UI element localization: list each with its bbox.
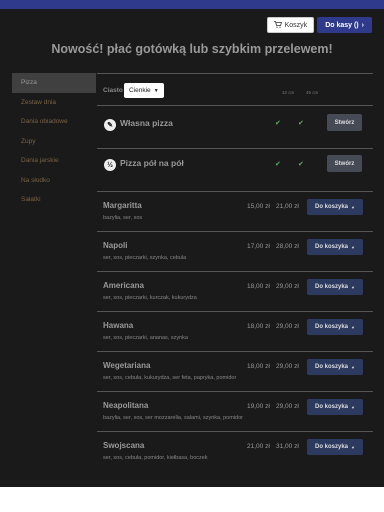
- promo-headline: Nowość! płać gotówką lub szybkim przelew…: [51, 42, 333, 56]
- price-32: 18,00 zł: [247, 283, 270, 290]
- sidebar-item-salatki[interactable]: Sałatki: [12, 190, 96, 210]
- cart-icon: [273, 20, 282, 30]
- add-to-cart-label: Do koszyka: [315, 204, 349, 210]
- caret-down-icon: ▼: [351, 404, 355, 410]
- price-32: 18,00 zł: [247, 323, 270, 330]
- add-to-cart-label: Do koszyka: [315, 364, 349, 370]
- half-half-pizza-row: ½ Pizza pół na pół ✔ ✔ Stwórz: [97, 149, 373, 192]
- pizza-name: Wegetariana: [103, 361, 151, 370]
- checkout-label: Do kasy (): [325, 21, 359, 29]
- price-45: 29,00 zł: [276, 363, 299, 370]
- pizza-ingredients: bazylia, ser, sos, ser mozzarella, salam…: [103, 415, 243, 421]
- pizza-ingredients: ser, sos, pieczarki, ananas, szynka: [103, 335, 188, 341]
- add-to-cart-button[interactable]: Do koszyka ▼: [307, 199, 363, 215]
- category-sidebar: Pizza Zestaw dnia Dania obiadowe Zupy Da…: [12, 73, 96, 210]
- add-to-cart-button[interactable]: Do koszyka ▼: [307, 439, 363, 455]
- caret-down-icon: ▼: [351, 284, 355, 290]
- price-45: 29,00 zł: [276, 403, 299, 410]
- pizza-ingredients: bazylia, ser, sos: [103, 215, 143, 221]
- menu-table: Ciasto Cienkie ▼ 32 cm 45 cm ✎ Własna pi…: [97, 73, 373, 472]
- add-to-cart-button[interactable]: Do koszyka ▼: [307, 359, 363, 375]
- footer-bar: [0, 487, 384, 512]
- price-45: 21,00 zł: [276, 203, 299, 210]
- add-to-cart-label: Do koszyka: [315, 404, 349, 410]
- price-32: 21,00 zł: [247, 443, 270, 450]
- cart-label: Koszyk: [284, 21, 308, 29]
- add-to-cart-label: Do koszyka: [315, 444, 349, 450]
- caret-down-icon: ▼: [351, 204, 355, 210]
- pizza-ingredients: ser, sos, cebula, pomidor, kiełbasa, boc…: [103, 455, 208, 461]
- half-half-pizza-title: Pizza pół na pół: [120, 158, 184, 168]
- check-icon: ✔: [298, 161, 304, 168]
- add-to-cart-button[interactable]: Do koszyka ▼: [307, 239, 363, 255]
- check-icon: ✔: [298, 120, 304, 127]
- sidebar-item-zestaw-dnia[interactable]: Zestaw dnia: [12, 93, 96, 113]
- price-45: 31,00 zł: [276, 443, 299, 450]
- pizza-row-swojscana: Swojscana ser, sos, cebula, pomidor, kie…: [97, 432, 373, 472]
- caret-down-icon: ▼: [351, 324, 355, 330]
- add-to-cart-button[interactable]: Do koszyka ▼: [307, 279, 363, 295]
- top-navbar: [0, 0, 384, 9]
- create-half-half-button[interactable]: Stwórz: [327, 155, 362, 172]
- chevron-right-icon: ›: [361, 21, 364, 29]
- add-to-cart-label: Do koszyka: [315, 244, 349, 250]
- pizza-ingredients: ser, sos, cebula, kukurydza, ser feta, p…: [103, 375, 237, 381]
- check-icon: ✔: [275, 120, 281, 127]
- size-45-header: 45 cm: [306, 90, 319, 95]
- price-32: 17,00 zł: [247, 243, 270, 250]
- sidebar-item-dania-obiadowe[interactable]: Dania obiadowe: [12, 112, 96, 132]
- price-45: 29,00 zł: [276, 323, 299, 330]
- pizza-row-hawana: Hawana ser, sos, pieczarki, ananas, szyn…: [97, 312, 373, 352]
- pizza-ingredients: ser, sos, pieczarki, kurczak, kukurydza: [103, 295, 197, 301]
- size-32-header: 32 cm: [282, 90, 295, 95]
- add-to-cart-button[interactable]: Do koszyka ▼: [307, 319, 363, 335]
- half-half-icon: ½: [104, 159, 116, 171]
- pizza-name: Americana: [103, 281, 144, 290]
- caret-down-icon: ▼: [351, 444, 355, 450]
- add-to-cart-button[interactable]: Do koszyka ▼: [307, 399, 363, 415]
- pizza-row-neapolitana: Neapolitana bazylia, ser, sos, ser mozza…: [97, 392, 373, 432]
- pizza-name: Margaritta: [103, 201, 142, 210]
- sidebar-item-pizza[interactable]: Pizza: [12, 73, 96, 93]
- sidebar-item-na-slodko[interactable]: Na słodko: [12, 171, 96, 191]
- menu-table-header: Ciasto Cienkie ▼ 32 cm 45 cm: [97, 73, 373, 106]
- pizza-ingredients: ser, sos, pieczarki, szynka, cebula: [103, 255, 187, 261]
- pizza-cutter-icon: ✎: [104, 119, 116, 131]
- caret-down-icon: ▼: [351, 364, 355, 370]
- caret-down-icon: ▼: [351, 244, 355, 250]
- pizza-row-napoli: Napoli ser, sos, pieczarki, szynka, cebu…: [97, 232, 373, 272]
- price-45: 29,00 zł: [276, 283, 299, 290]
- create-custom-pizza-button[interactable]: Stwórz: [327, 114, 362, 131]
- pizza-name: Napoli: [103, 241, 128, 250]
- add-to-cart-label: Do koszyka: [315, 324, 349, 330]
- price-32: 18,00 zł: [247, 363, 270, 370]
- price-32: 15,00 zł: [247, 203, 270, 210]
- add-to-cart-label: Do koszyka: [315, 284, 349, 290]
- checkout-button[interactable]: Do kasy () ›: [317, 17, 372, 33]
- pizza-row-wegetariana: Wegetariana ser, sos, cebula, kukurydza,…: [97, 352, 373, 392]
- check-icon: ✔: [275, 161, 281, 168]
- pizza-row-margaritta: Margaritta bazylia, ser, sos 15,00 zł 21…: [97, 192, 373, 232]
- dough-label: Ciasto: [103, 87, 123, 94]
- sidebar-item-zupy[interactable]: Zupy: [12, 132, 96, 152]
- pizza-name: Swojscana: [103, 441, 145, 450]
- pizza-name: Hawana: [103, 321, 134, 330]
- price-32: 19,00 zł: [247, 403, 270, 410]
- custom-pizza-title: Własna pizza: [120, 118, 173, 128]
- caret-down-icon: ▼: [153, 87, 159, 94]
- dough-select[interactable]: Cienkie ▼: [124, 83, 164, 98]
- price-45: 28,00 zł: [276, 243, 299, 250]
- cart-button[interactable]: Koszyk: [266, 17, 315, 33]
- sidebar-item-dania-jarskie[interactable]: Dania jarskie: [12, 151, 96, 171]
- pizza-name: Neapolitana: [103, 401, 149, 410]
- custom-pizza-row: ✎ Własna pizza ✔ ✔ Stwórz: [97, 106, 373, 149]
- header-actions: Koszyk Do kasy () ›: [266, 17, 372, 33]
- pizza-row-americana: Americana ser, sos, pieczarki, kurczak, …: [97, 272, 373, 312]
- dough-select-value: Cienkie: [129, 87, 151, 94]
